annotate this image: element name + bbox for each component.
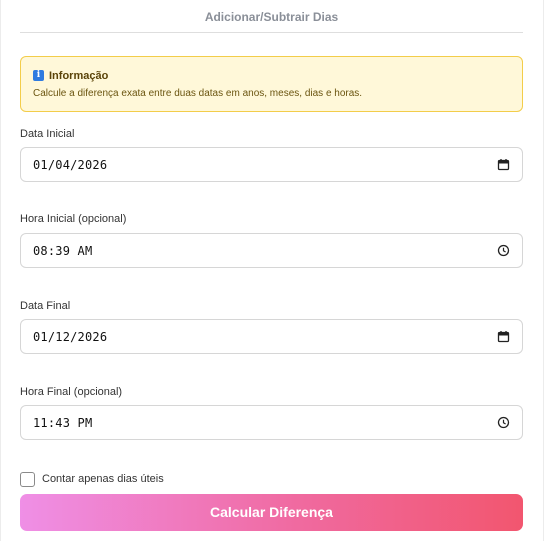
clock-icon[interactable] (497, 244, 510, 257)
end-time-value: 11:43 PM (33, 416, 93, 430)
tab-add-subtract-days[interactable]: Adicionar/Subtrair Dias (20, 0, 523, 33)
business-days-option[interactable]: Contar apenas dias úteis (20, 471, 164, 487)
start-time-label: Hora Inicial (opcional) (20, 213, 127, 225)
calculate-difference-button[interactable]: Calcular Diferença (20, 494, 523, 531)
business-days-label[interactable]: Contar apenas dias úteis (42, 473, 164, 485)
start-date-input[interactable]: 01/04/2026 (20, 147, 523, 182)
end-date-input[interactable]: 01/12/2026 (20, 319, 523, 354)
calendar-icon[interactable] (497, 158, 510, 171)
info-text: Calcule a diferença exata entre duas dat… (33, 88, 363, 99)
clock-icon[interactable] (497, 416, 510, 429)
info-icon: i (33, 70, 44, 81)
end-date-value: 01/12/2026 (33, 330, 108, 344)
info-title-row: i Informação (33, 69, 108, 82)
start-date-label: Data Inicial (20, 128, 75, 140)
info-box: i Informação Calcule a diferença exata e… (20, 56, 523, 112)
business-days-checkbox[interactable] (20, 471, 35, 487)
calendar-icon[interactable] (497, 330, 510, 343)
end-time-input[interactable]: 11:43 PM (20, 405, 523, 440)
info-title: Informação (49, 69, 109, 82)
panel-left-border (0, 0, 1, 541)
end-date-label: Data Final (20, 300, 71, 312)
start-date-value: 01/04/2026 (33, 158, 108, 172)
start-time-input[interactable]: 08:39 AM (20, 233, 523, 268)
end-time-label: Hora Final (opcional) (20, 386, 123, 398)
tab-label: Adicionar/Subtrair Dias (204, 10, 339, 24)
start-time-value: 08:39 AM (33, 244, 93, 258)
